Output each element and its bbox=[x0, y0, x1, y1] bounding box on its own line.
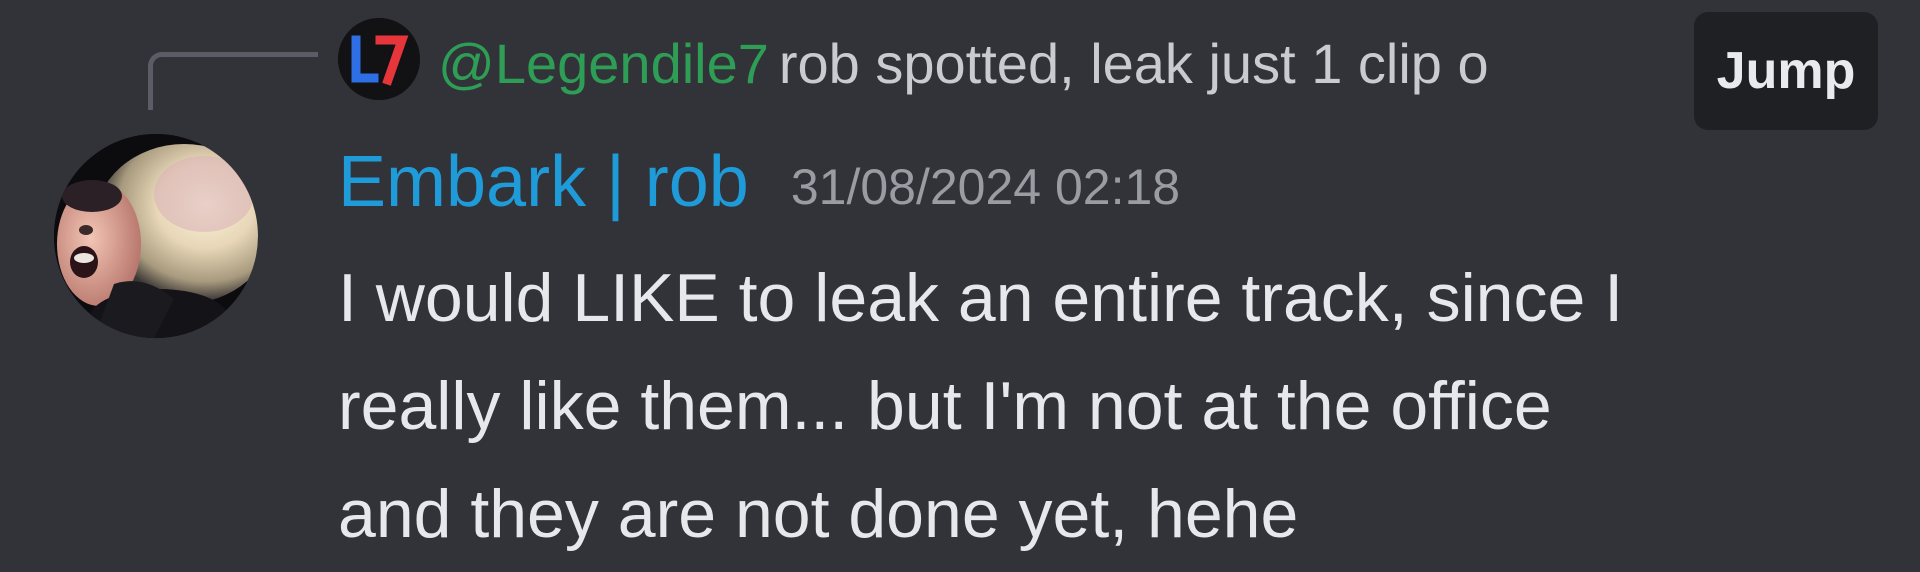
message-content: I would LIKE to leak an entire track, si… bbox=[338, 244, 1898, 568]
l7-logo-icon bbox=[338, 18, 420, 100]
reply-mention[interactable]: @Legendile7 bbox=[438, 32, 769, 95]
message-header: Embark | rob 31/08/2024 02:18 bbox=[338, 132, 1180, 232]
message-line: really like them... but I'm not at the o… bbox=[338, 368, 1552, 444]
message-line: and they are not done yet, hehe bbox=[338, 476, 1299, 552]
username[interactable]: Embark | rob bbox=[338, 141, 749, 223]
chat-message: @Legendile7 rob spotted, leak just 1 clip… bbox=[0, 0, 1920, 572]
reply-preview-line[interactable]: @Legendile7 rob spotted, leak just 1 clip… bbox=[438, 22, 1698, 106]
avatar-image bbox=[54, 134, 258, 338]
avatar[interactable] bbox=[54, 134, 258, 338]
reply-preview-text[interactable]: rob spotted, leak just 1 clip o bbox=[779, 32, 1489, 95]
reply-connector bbox=[148, 52, 318, 110]
message-line: I would LIKE to leak an entire track, si… bbox=[338, 260, 1624, 336]
timestamp[interactable]: 31/08/2024 02:18 bbox=[791, 158, 1180, 216]
jump-button[interactable]: Jump bbox=[1694, 12, 1878, 130]
reply-avatar[interactable] bbox=[338, 18, 420, 100]
